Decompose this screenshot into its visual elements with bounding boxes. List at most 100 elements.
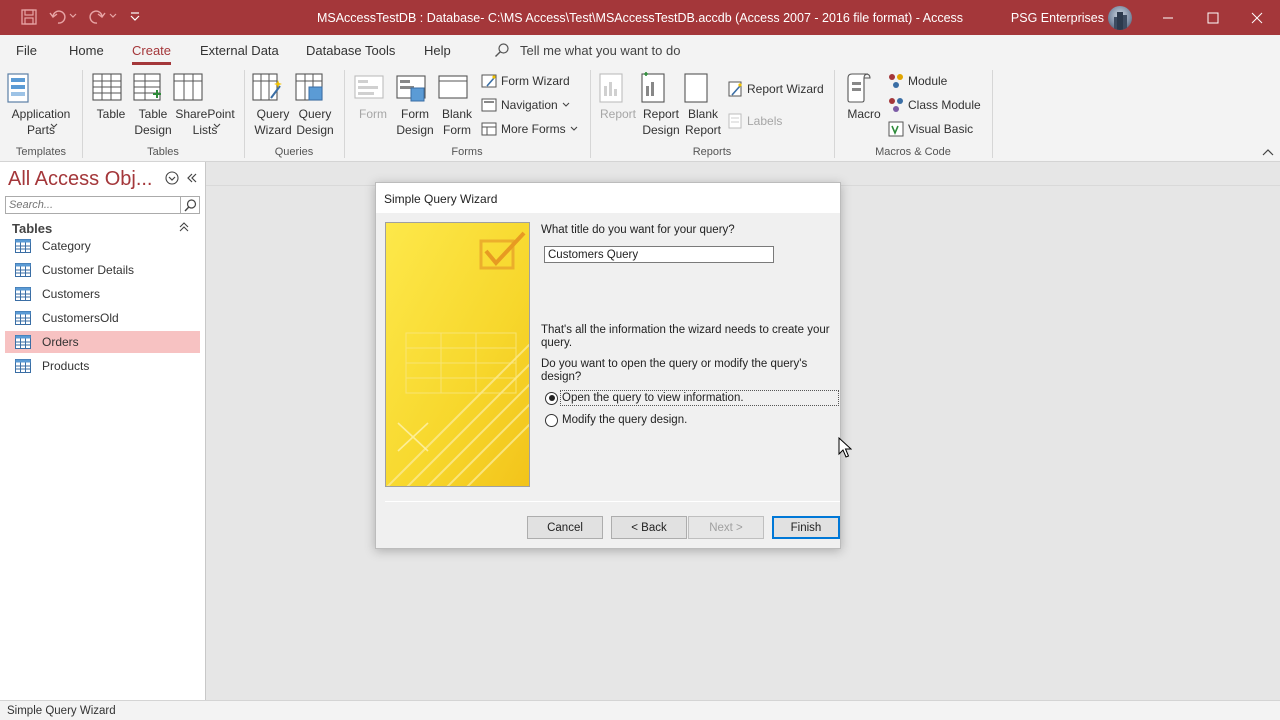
info-text-line-1: That's all the information the wizard ne…	[541, 324, 830, 336]
group-separator	[992, 70, 993, 158]
report-design-button[interactable]: Report Design	[640, 72, 682, 138]
macro-icon	[844, 72, 884, 104]
nav-item[interactable]: Products	[5, 355, 200, 377]
save-icon[interactable]	[20, 8, 38, 26]
tab-home[interactable]: Home	[69, 43, 104, 58]
nav-item[interactable]: CustomersOld	[5, 307, 200, 329]
query-wizard-icon	[252, 72, 294, 104]
table-icon	[15, 359, 31, 373]
back-button[interactable]: < Back	[611, 516, 687, 539]
blank-form-icon	[438, 72, 476, 104]
form-wizard-label: Form Wizard	[501, 74, 570, 88]
form-wizard-icon	[481, 73, 497, 89]
nav-menu-dropdown-icon[interactable]	[165, 171, 179, 185]
tab-create[interactable]: Create	[132, 43, 172, 65]
search-icon[interactable]	[181, 196, 200, 214]
blank-report-icon	[683, 72, 723, 104]
group-label-forms: Forms	[451, 146, 483, 158]
blank-report-label: Blank Report	[684, 107, 722, 137]
nav-pane-title[interactable]: All Access Obj...	[8, 168, 153, 191]
tab-database-tools[interactable]: Database Tools	[306, 43, 395, 58]
nav-item[interactable]: Orders	[5, 331, 200, 353]
info-text: That's all the information the wizard ne…	[541, 324, 836, 350]
avatar[interactable]	[1108, 6, 1132, 30]
macro-label: Macro	[847, 107, 881, 121]
undo-icon[interactable]	[49, 8, 67, 26]
status-bar: Simple Query Wizard	[0, 700, 1280, 720]
collapse-ribbon-icon[interactable]	[1262, 148, 1274, 156]
more-forms-icon	[481, 121, 497, 137]
finish-button[interactable]: Finish	[772, 516, 840, 539]
navigation-pane: All Access Obj... Tables Category Custome…	[0, 162, 206, 700]
minimize-button[interactable]	[1145, 0, 1191, 35]
more-forms-button[interactable]: More Forms	[481, 120, 578, 138]
status-text: Simple Query Wizard	[7, 705, 116, 717]
query-wizard-button[interactable]: Query Wizard	[252, 72, 294, 138]
close-button[interactable]	[1234, 0, 1280, 35]
sharepoint-lists-button[interactable]: SharePoint Lists	[173, 72, 237, 137]
dialog-title-bar[interactable]: Simple Query Wizard	[376, 183, 840, 213]
class-module-label: Class Module	[908, 98, 981, 112]
redo-dropdown-icon[interactable]	[109, 12, 117, 20]
query-design-button[interactable]: Query Design	[295, 72, 335, 138]
navigation-icon	[481, 97, 497, 113]
group-separator	[344, 70, 345, 158]
form-design-button[interactable]: Form Design	[396, 72, 434, 138]
dialog-title: Simple Query Wizard	[384, 192, 498, 206]
collapse-group-icon[interactable]	[179, 222, 189, 232]
table-icon	[15, 311, 31, 325]
modify-design-radio[interactable]	[545, 413, 558, 427]
query-design-icon	[295, 72, 335, 104]
tab-external-data[interactable]: External Data	[200, 43, 279, 58]
nav-item-label: Products	[42, 359, 90, 373]
visual-basic-button[interactable]: Visual Basic	[888, 120, 973, 138]
class-module-button[interactable]: Class Module	[888, 96, 981, 114]
group-separator	[590, 70, 591, 158]
form-wizard-button[interactable]: Form Wizard	[481, 72, 570, 90]
tab-help[interactable]: Help	[424, 43, 451, 58]
module-button[interactable]: Module	[888, 72, 947, 90]
open-query-option[interactable]: Open the query to view information.	[545, 390, 839, 406]
tell-me-label: Tell me what you want to do	[520, 42, 681, 58]
report-label: Report	[599, 107, 637, 121]
next-button[interactable]: Next >	[688, 516, 764, 539]
customize-qat-icon[interactable]	[129, 10, 141, 24]
labels-button[interactable]: Labels	[727, 112, 782, 130]
open-query-radio[interactable]	[545, 391, 558, 405]
table-design-button[interactable]: Table Design	[133, 72, 173, 138]
nav-item[interactable]: Customer Details	[5, 259, 200, 281]
nav-item[interactable]: Category	[5, 235, 200, 257]
maximize-button[interactable]	[1190, 0, 1236, 35]
cancel-button[interactable]: Cancel	[527, 516, 603, 539]
chevron-down-icon	[570, 125, 578, 133]
navigation-button[interactable]: Navigation	[481, 96, 570, 114]
tab-file[interactable]: File	[16, 43, 37, 58]
blank-form-button[interactable]: Blank Form	[438, 72, 476, 138]
query-title-input[interactable]	[544, 246, 774, 263]
tell-me-box[interactable]: Tell me what you want to do	[494, 42, 680, 58]
macro-button[interactable]: Macro	[844, 72, 884, 122]
report-button[interactable]: Report	[598, 72, 638, 122]
group-separator	[82, 70, 83, 158]
nav-item[interactable]: Customers	[5, 283, 200, 305]
redo-icon[interactable]	[88, 8, 106, 26]
form-button[interactable]: Form	[354, 72, 392, 122]
table-button[interactable]: Table	[92, 72, 130, 122]
report-design-icon	[640, 72, 682, 104]
blank-report-button[interactable]: Blank Report	[683, 72, 723, 138]
nav-search-input[interactable]	[5, 196, 181, 214]
modify-design-option[interactable]: Modify the query design.	[545, 412, 687, 428]
class-module-icon	[888, 97, 904, 113]
form-design-label: Form Design	[396, 107, 434, 137]
group-label-queries: Queries	[274, 146, 314, 158]
shutter-bar-close-icon[interactable]	[186, 172, 198, 184]
lightbulb-search-icon	[494, 42, 510, 58]
user-name[interactable]: PSG Enterprises	[1011, 11, 1104, 25]
report-wizard-button[interactable]: Report Wizard	[727, 80, 824, 98]
undo-dropdown-icon[interactable]	[69, 12, 77, 20]
group-label-templates: Templates	[15, 146, 67, 158]
more-forms-label: More Forms	[501, 122, 566, 136]
navigation-label: Navigation	[501, 98, 558, 112]
open-query-label: Open the query to view information.	[560, 390, 839, 406]
application-parts-button[interactable]: Application Parts	[6, 72, 76, 137]
